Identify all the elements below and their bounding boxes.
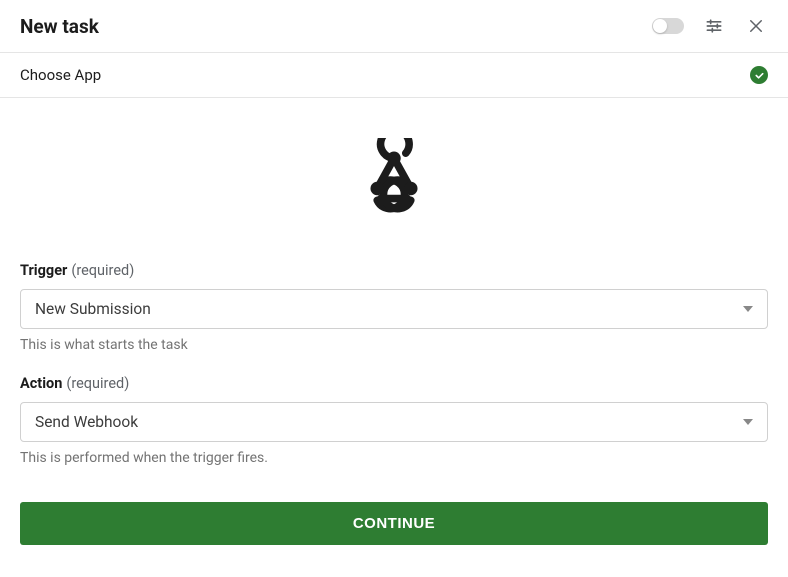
header-actions [652, 14, 768, 38]
trigger-label-row: Trigger (required) [20, 262, 768, 279]
caret-down-icon [743, 306, 753, 312]
check-complete-icon [750, 66, 768, 84]
action-field-group: Action (required) Send Webhook This is p… [20, 375, 768, 466]
enabled-toggle[interactable] [652, 18, 684, 34]
step-choose-app[interactable]: Choose App [0, 53, 788, 98]
app-icon-container [0, 98, 788, 262]
trigger-helper: This is what starts the task [20, 337, 768, 353]
action-label-row: Action (required) [20, 375, 768, 392]
trigger-select[interactable]: New Submission [20, 289, 768, 329]
step-label: Choose App [20, 66, 101, 84]
settings-sliders-icon[interactable] [702, 14, 726, 38]
action-select-value: Send Webhook [35, 413, 138, 431]
modal-title: New task [20, 15, 99, 38]
trigger-required: (required) [71, 262, 134, 279]
trigger-field-group: Trigger (required) New Submission This i… [20, 262, 768, 353]
action-select[interactable]: Send Webhook [20, 402, 768, 442]
action-label: Action [20, 375, 62, 392]
form-content: Trigger (required) New Submission This i… [0, 262, 788, 565]
modal-header: New task [0, 0, 788, 53]
action-required: (required) [66, 375, 129, 392]
continue-button[interactable]: CONTINUE [20, 502, 768, 545]
close-icon[interactable] [744, 14, 768, 38]
webhook-icon [352, 138, 436, 222]
action-helper: This is performed when the trigger fires… [20, 450, 768, 466]
caret-down-icon [743, 419, 753, 425]
trigger-select-value: New Submission [35, 300, 151, 318]
trigger-label: Trigger [20, 262, 67, 279]
